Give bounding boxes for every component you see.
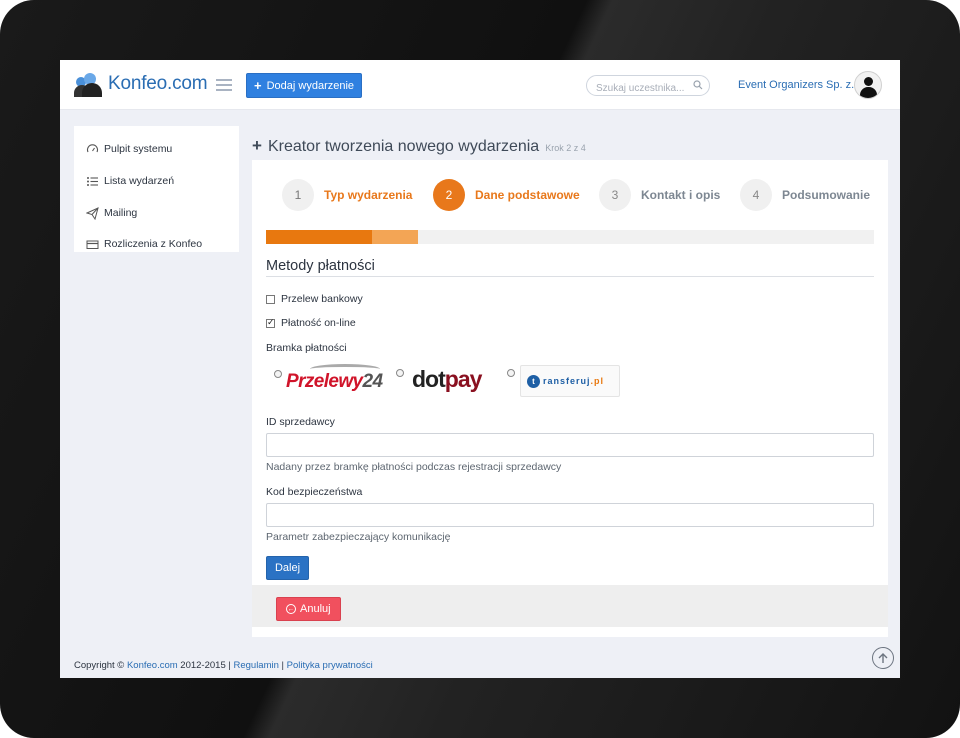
brand-logo[interactable]: Konfeo.com: [74, 70, 208, 98]
terms-link[interactable]: Regulamin: [233, 660, 278, 671]
brand-name: Konfeo.com: [108, 73, 208, 94]
credit-card-icon: [86, 240, 99, 249]
online-payment-label: Płatność on-line: [281, 317, 356, 329]
gateway-radio-transferuj[interactable]: [507, 369, 515, 377]
przelewy24-logo-number: 24: [362, 371, 384, 392]
scroll-to-top-button[interactable]: [872, 647, 894, 669]
transferuj-logo-text: ransferuj: [543, 376, 591, 386]
section-title: Metody płatności: [266, 258, 375, 274]
wizard-card: 1 Typ wydarzenia 2 Dane podstawowe 3 Kon…: [252, 160, 888, 637]
step-indicator: Krok 2 z 4: [545, 143, 586, 153]
footer-separator: |: [281, 660, 285, 671]
bank-transfer-option[interactable]: Przelew bankowy: [266, 293, 363, 305]
copyright: Copyright © Konfeo.com 2012-2015 | Regul…: [74, 660, 373, 671]
bank-transfer-checkbox[interactable]: [266, 294, 275, 304]
wizard-step-4[interactable]: 4 Podsumowanie: [740, 179, 870, 211]
transferuj-logo[interactable]: t ransferuj.pl: [520, 365, 620, 397]
wizard-step-3[interactable]: 3 Kontakt i opis: [599, 179, 720, 211]
sidebar-item-label: Mailing: [104, 207, 138, 219]
wizard-progress-bar: [266, 230, 874, 244]
people-logo-icon: [74, 71, 104, 97]
przelewy24-logo[interactable]: Przelewy24: [286, 364, 384, 394]
step-label: Typ wydarzenia: [324, 188, 413, 202]
arrow-up-icon: [878, 653, 888, 663]
copyright-prefix: Copyright ©: [74, 660, 125, 671]
hamburger-menu-icon[interactable]: [216, 79, 232, 91]
page-title-text: Kreator tworzenia nowego wydarzenia: [267, 138, 540, 155]
sidebar: Pulpit systemu Lista wydarzeń Mailing Ro…: [74, 126, 239, 252]
security-code-field: [266, 503, 874, 527]
transferuj-badge-icon: t: [527, 374, 540, 388]
dotpay-logo[interactable]: dotpay: [412, 366, 492, 392]
plus-icon: +: [254, 78, 262, 93]
cancel-button[interactable]: ← Anuluj: [276, 597, 341, 621]
app-screen: Konfeo.com + Dodaj wydarzenie Event Orga…: [60, 60, 900, 678]
sidebar-item-label: Pulpit systemu: [104, 143, 173, 155]
form-actions-bar: ← Anuluj: [252, 585, 888, 627]
gateway-radio-przelewy24[interactable]: [274, 370, 282, 378]
przelewy24-logo-text: Przelewy: [286, 371, 363, 392]
progress-fill: [266, 230, 373, 244]
bank-transfer-label: Przelew bankowy: [281, 293, 363, 305]
step-label: Dane podstawowe: [475, 188, 580, 202]
avatar[interactable]: [854, 71, 882, 99]
dotpay-logo-text-a: dot: [412, 366, 446, 392]
sidebar-item-label: Rozliczenia z Konfeo: [104, 238, 203, 250]
dashboard-icon: [86, 143, 99, 152]
security-code-input[interactable]: [267, 505, 873, 527]
gateway-radio-dotpay[interactable]: [396, 369, 404, 377]
seller-id-input[interactable]: [267, 435, 873, 457]
seller-id-field: [266, 433, 874, 457]
sidebar-item-label: Lista wydarzeń: [104, 175, 175, 187]
dotpay-logo-text-b: pay: [444, 366, 483, 392]
search-box: [586, 75, 710, 98]
step-number: 4: [740, 179, 772, 211]
sidebar-item-billing[interactable]: Rozliczenia z Konfeo: [86, 235, 202, 253]
top-bar: Konfeo.com + Dodaj wydarzenie Event Orga…: [60, 60, 900, 110]
gateway-label: Bramka płatności: [266, 342, 347, 354]
circle-arrow-left-icon: ←: [286, 604, 296, 614]
step-number: 3: [599, 179, 631, 211]
user-name[interactable]: Event Organizers Sp. z...: [738, 79, 860, 91]
step-label: Kontakt i opis: [641, 188, 721, 202]
online-payment-option[interactable]: Płatność on-line: [266, 317, 356, 329]
paper-plane-icon: [86, 206, 99, 220]
page-title: + Kreator tworzenia nowego wydarzenia Kr…: [252, 136, 586, 156]
wizard-step-2[interactable]: 2 Dane podstawowe: [433, 179, 580, 211]
progress-fill-highlight: [372, 230, 418, 244]
sidebar-item-dashboard[interactable]: Pulpit systemu: [86, 140, 172, 158]
security-code-label: Kod bezpieczeństwa: [266, 486, 363, 498]
privacy-link[interactable]: Polityka prywatności: [287, 660, 373, 671]
step-label: Podsumowanie: [782, 188, 871, 202]
search-icon[interactable]: [693, 80, 703, 90]
section-divider: [266, 276, 874, 277]
copyright-years: 2012-2015 |: [180, 660, 231, 671]
search-input[interactable]: [587, 79, 687, 98]
next-button[interactable]: Dalej: [266, 556, 309, 580]
transferuj-logo-tld: .pl: [590, 376, 605, 386]
step-number: 2: [433, 179, 465, 211]
seller-id-label: ID sprzedawcy: [266, 416, 335, 428]
sidebar-item-mailing[interactable]: Mailing: [86, 204, 137, 222]
wizard-step-1[interactable]: 1 Typ wydarzenia: [282, 179, 412, 211]
tablet-frame: Konfeo.com + Dodaj wydarzenie Event Orga…: [0, 0, 960, 738]
list-icon: [87, 176, 98, 186]
add-event-label: Dodaj wydarzenie: [266, 79, 355, 92]
security-code-help: Parametr zabezpieczający komunikację: [266, 531, 451, 543]
seller-id-help: Nadany przez bramkę płatności podczas re…: [266, 461, 562, 473]
plus-icon: +: [252, 136, 262, 155]
brand-link[interactable]: Konfeo.com: [127, 660, 178, 671]
step-number: 1: [282, 179, 314, 211]
online-payment-checkbox[interactable]: [266, 317, 275, 328]
add-event-button[interactable]: + Dodaj wydarzenie: [246, 73, 363, 98]
cancel-label: Anuluj: [300, 603, 331, 615]
sidebar-item-events[interactable]: Lista wydarzeń: [86, 172, 174, 190]
